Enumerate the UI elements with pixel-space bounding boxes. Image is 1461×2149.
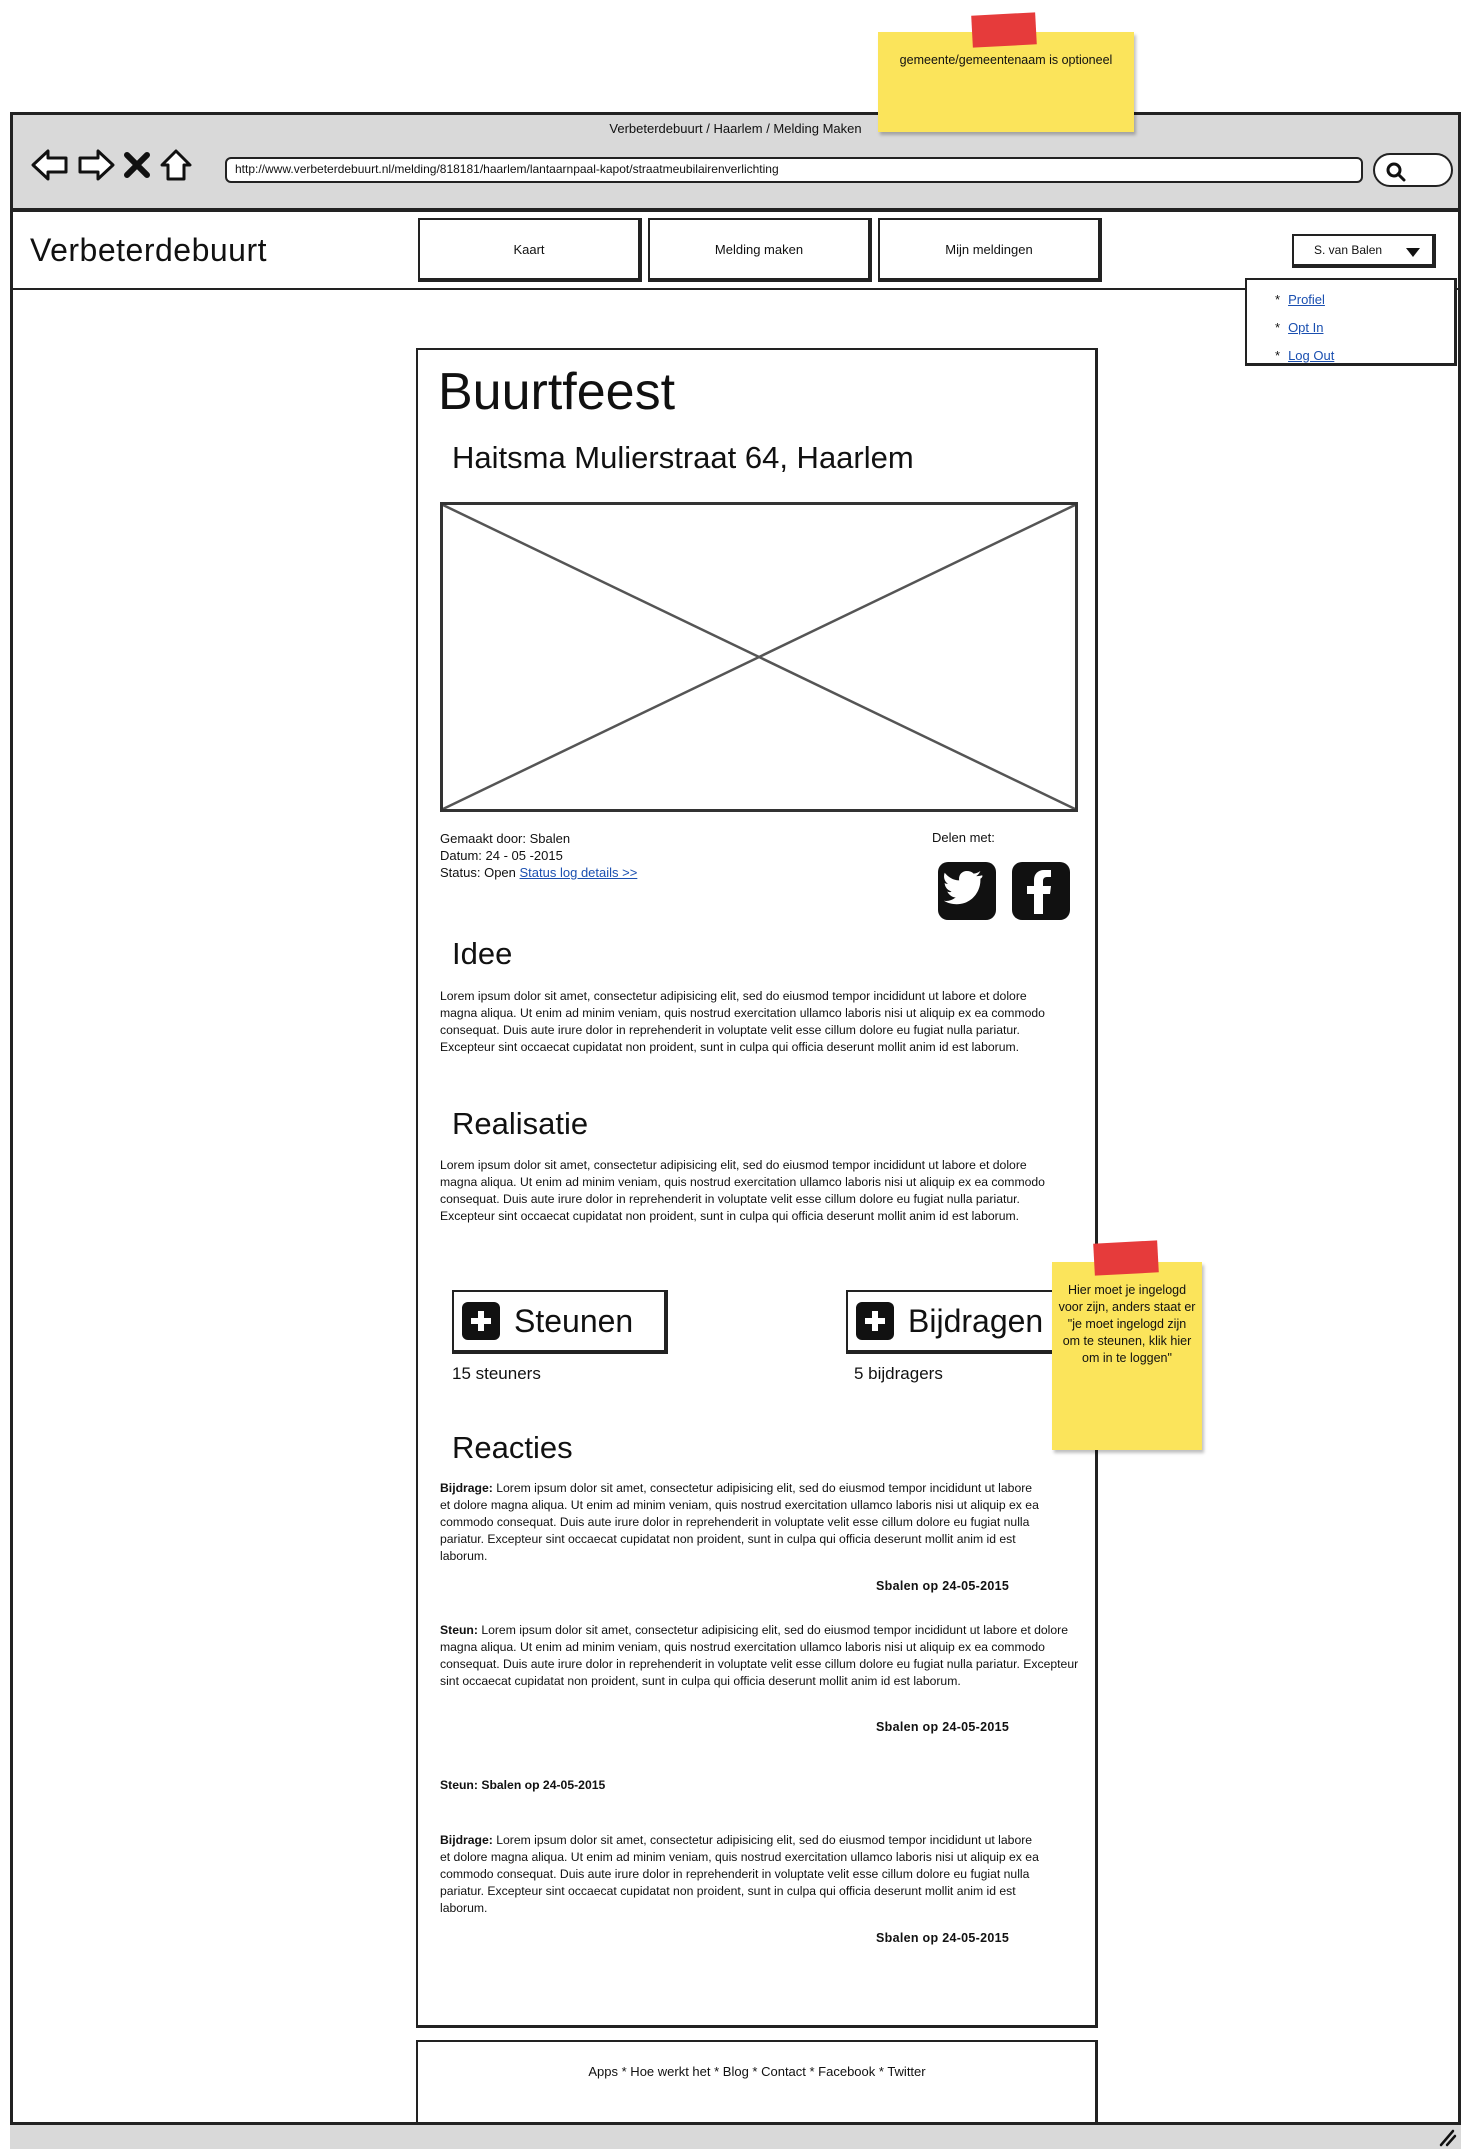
nav-melding-maken[interactable]: Melding maken <box>648 218 872 282</box>
user-name: S. van Balen <box>1314 243 1383 257</box>
user-menu: * Profiel * Opt In * Log Out <box>1245 278 1457 366</box>
browser-nav-buttons <box>31 145 193 185</box>
reaction-item: Steun: Sbalen op 24-05-2015 <box>440 1777 1080 1794</box>
sticky-note-text: gemeente/gemeentenaam is optioneel <box>899 53 1113 67</box>
user-menu-item-log-out[interactable]: * Log Out <box>1275 342 1454 370</box>
reaction-signature: Sbalen op 24-05-2015 <box>876 1720 1010 1734</box>
sticky-note-text: Hier moet je ingelogd voor zijn, anders … <box>1058 1283 1196 1365</box>
footer-links[interactable]: Apps * Hoe werkt het * Blog * Contact * … <box>416 2064 1098 2079</box>
idee-text: Lorem ipsum dolor sit amet, consectetur … <box>440 989 1045 1054</box>
plus-icon <box>462 1302 500 1340</box>
bijdragen-label: Bijdragen <box>908 1302 1044 1339</box>
browser-toolbar: Verbeterdebuurt / Haarlem / Melding Make… <box>10 112 1461 212</box>
sticky-note-url: gemeente/gemeentenaam is optioneel <box>878 32 1134 132</box>
reaction-item: Steun: Lorem ipsum dolor sit amet, conse… <box>440 1622 1080 1690</box>
tape <box>971 12 1037 48</box>
reaction-signature: Sbalen op 24-05-2015 <box>876 1931 1010 1945</box>
reaction-item: Bijdrage: Lorem ipsum dolor sit amet, co… <box>440 1480 1040 1565</box>
steunen-button[interactable]: Steunen <box>452 1290 668 1354</box>
reaction-signature: Sbalen op 24-05-2015 <box>876 1579 1010 1593</box>
plus-icon <box>856 1302 894 1340</box>
status-log-link[interactable]: Status log details >> <box>520 865 638 880</box>
reaction-item: Bijdrage: Lorem ipsum dolor sit amet, co… <box>440 1832 1040 1917</box>
header-divider <box>10 288 1461 290</box>
home-icon[interactable] <box>159 148 193 182</box>
report-address: Haitsma Mulierstraat 64, Haarlem <box>452 440 914 475</box>
brand-logo[interactable]: Verbeterdebuurt <box>30 232 267 269</box>
reaction-text: Sbalen op 24-05-2015 <box>481 1778 606 1792</box>
idee-heading: Idee <box>452 936 513 971</box>
reacties-heading: Reacties <box>452 1430 573 1465</box>
search-icon <box>1386 162 1406 182</box>
reaction-text: Lorem ipsum dolor sit amet, consectetur … <box>440 1623 1079 1688</box>
steunen-label: Steunen <box>514 1302 634 1339</box>
steunen-count: 15 steuners <box>452 1364 541 1383</box>
arrow-right-icon[interactable] <box>77 148 115 182</box>
bijdragen-count: 5 bijdragers <box>854 1364 943 1383</box>
user-menu-item-profiel[interactable]: * Profiel <box>1275 286 1454 314</box>
realisatie-text: Lorem ipsum dolor sit amet, consectetur … <box>440 1158 1045 1223</box>
sticky-note-login: Hier moet je ingelogd voor zijn, anders … <box>1052 1262 1202 1450</box>
user-menu-item-opt-in[interactable]: * Opt In <box>1275 314 1454 342</box>
browser-status-bar <box>10 2122 1461 2149</box>
address-bar[interactable]: http://www.verbeterdebuurt.nl/melding/81… <box>225 157 1363 183</box>
page-title: Buurtfeest <box>438 363 676 421</box>
resize-grip-icon[interactable] <box>1435 2127 1457 2147</box>
reaction-text: Lorem ipsum dolor sit amet, consectetur … <box>440 1833 1039 1915</box>
status-label: Status: Open <box>440 865 516 880</box>
user-dropdown[interactable]: S. van Balen <box>1292 234 1436 268</box>
image-placeholder <box>440 502 1078 812</box>
nav-kaart[interactable]: Kaart <box>418 218 642 282</box>
reaction-type: Steun: <box>440 1778 478 1792</box>
menu-link[interactable]: Profiel <box>1288 292 1325 307</box>
close-icon[interactable] <box>123 150 151 180</box>
browser-search-field[interactable] <box>1373 153 1453 187</box>
report-date: Datum: 24 - 05 -2015 <box>440 848 563 863</box>
window-title: Verbeterdebuurt / Haarlem / Melding Make… <box>609 121 862 136</box>
reaction-type: Steun: <box>440 1623 478 1637</box>
facebook-icon[interactable] <box>1012 862 1070 920</box>
reaction-text: Lorem ipsum dolor sit amet, consectetur … <box>440 1481 1039 1563</box>
menu-link[interactable]: Log Out <box>1288 348 1334 363</box>
share-label: Delen met: <box>932 830 995 845</box>
menu-link[interactable]: Opt In <box>1288 320 1323 335</box>
reaction-type: Bijdrage: <box>440 1833 493 1847</box>
report-status: Status: Open Status log details >> <box>440 864 637 881</box>
tape <box>1093 1240 1159 1276</box>
report-meta: Gemaakt door: Sbalen Datum: 24 - 05 -201… <box>440 830 637 881</box>
bijdragen-button[interactable]: Bijdragen <box>846 1290 1076 1354</box>
reaction-type: Bijdrage: <box>440 1481 493 1495</box>
twitter-icon[interactable] <box>938 862 996 920</box>
arrow-left-icon[interactable] <box>31 148 69 182</box>
nav-mijn-meldingen[interactable]: Mijn meldingen <box>878 218 1102 282</box>
realisatie-heading: Realisatie <box>452 1106 589 1141</box>
made-by: Gemaakt door: Sbalen <box>440 831 571 846</box>
chevron-down-icon <box>1406 248 1420 257</box>
